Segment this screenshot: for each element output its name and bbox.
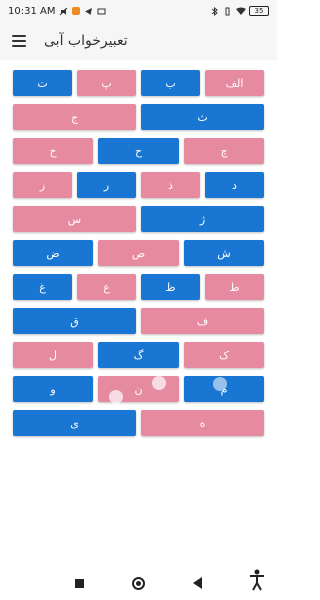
page-title: تعبیرخواب آبی — [44, 33, 128, 49]
wifi-icon — [236, 7, 246, 16]
letter-button-khe[interactable]: خ — [13, 138, 93, 164]
home-icon[interactable] — [132, 576, 145, 590]
message-icon — [97, 7, 106, 16]
letter-button-te[interactable]: ت — [13, 70, 72, 96]
status-left: 10:31 AM — [8, 6, 106, 17]
letter-button-vav[interactable]: و — [13, 376, 93, 402]
touch-ripple — [213, 377, 227, 391]
letter-button-be[interactable]: ب — [141, 70, 200, 96]
letter-button-shin[interactable]: ش — [184, 240, 264, 266]
letter-button-che[interactable]: چ — [184, 138, 264, 164]
letter-button-ta[interactable]: ط — [205, 274, 264, 300]
letter-button-fe[interactable]: ف — [141, 308, 264, 334]
letter-button-se[interactable]: ث — [141, 104, 264, 130]
letter-button-ghaf[interactable]: ق — [13, 308, 136, 334]
letter-button-sad[interactable]: ص — [98, 240, 179, 266]
status-right: 35 — [210, 6, 269, 16]
letter-button-dal[interactable]: د — [205, 172, 264, 198]
letter-button-ze[interactable]: ز — [13, 172, 72, 198]
battery-indicator: 35 — [249, 6, 269, 16]
silent-icon — [59, 7, 68, 16]
system-nav-bar — [0, 566, 277, 600]
letter-button-ye[interactable]: ی — [13, 410, 136, 436]
letter-button-jim[interactable]: ج — [13, 104, 136, 130]
recents-icon[interactable] — [75, 578, 84, 588]
letter-button-alef[interactable]: الف — [205, 70, 264, 96]
menu-icon[interactable] — [12, 35, 26, 47]
touch-ripple — [152, 376, 166, 390]
letter-button-gheyn[interactable]: غ — [13, 274, 72, 300]
touch-ripple — [109, 390, 123, 404]
app-bar: تعبیرخواب آبی — [0, 22, 277, 60]
letter-button-za[interactable]: ظ — [141, 274, 200, 300]
letter-button-lam[interactable]: ل — [13, 342, 93, 368]
telegram-icon — [84, 7, 93, 16]
notification-icon — [72, 7, 81, 15]
status-bar: 10:31 AM 35 — [0, 0, 277, 22]
letter-button-kaf[interactable]: ک — [184, 342, 264, 368]
letter-button-he[interactable]: ح — [98, 138, 179, 164]
back-icon[interactable] — [193, 577, 202, 589]
letter-button-re[interactable]: ر — [77, 172, 136, 198]
letter-button-zhe[interactable]: ژ — [141, 206, 264, 232]
letter-button-zal[interactable]: ذ — [141, 172, 200, 198]
letter-button-he2[interactable]: ه — [141, 410, 264, 436]
letter-button-gaf[interactable]: گ — [98, 342, 179, 368]
letter-button-pe[interactable]: پ — [77, 70, 136, 96]
accessibility-icon[interactable] — [243, 566, 271, 594]
letter-button-eyn[interactable]: ع — [77, 274, 136, 300]
vibrate-icon — [223, 7, 232, 16]
bluetooth-icon — [210, 6, 219, 16]
letter-button-zad[interactable]: ض — [13, 240, 93, 266]
letter-button-sin[interactable]: س — [13, 206, 136, 232]
status-time: 10:31 AM — [8, 5, 56, 17]
